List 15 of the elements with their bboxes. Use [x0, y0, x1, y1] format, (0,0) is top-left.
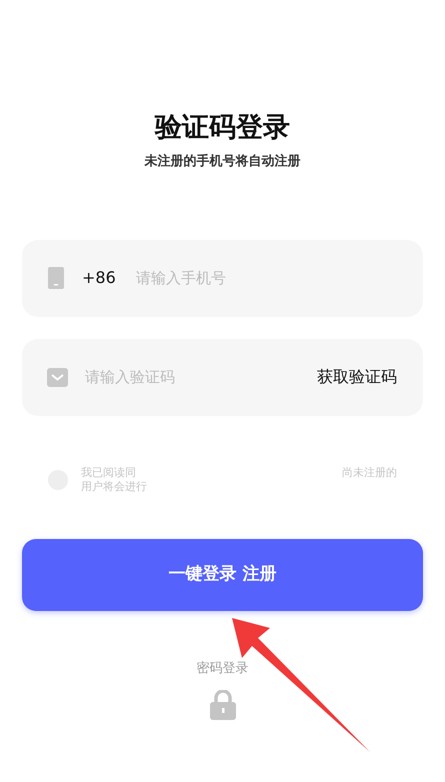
agreement-text: 尚未注册的 — [342, 466, 397, 480]
subtitle: 未注册的手机号将自动注册 — [144, 152, 300, 171]
code-input[interactable]: 请输入验证码 — [85, 366, 317, 388]
lock-icon[interactable] — [210, 690, 236, 720]
agreement-text: 用户将会进行 — [81, 480, 148, 494]
phone-input[interactable]: 请输入手机号 — [136, 266, 397, 290]
code-input-field[interactable]: 请输入验证码 获取验证码 — [22, 338, 423, 416]
page-title: 验证码登录 — [155, 111, 290, 145]
login-button[interactable]: 一键登录 注册 — [22, 538, 423, 610]
phone-input-field[interactable]: +86 请输入手机号 — [22, 240, 423, 316]
phone-icon — [48, 267, 64, 289]
country-code[interactable]: +86 — [82, 266, 116, 290]
envelope-icon — [47, 368, 68, 386]
agreement-text: 我已阅读同 — [81, 466, 136, 480]
get-code-button[interactable]: 获取验证码 — [317, 365, 397, 389]
